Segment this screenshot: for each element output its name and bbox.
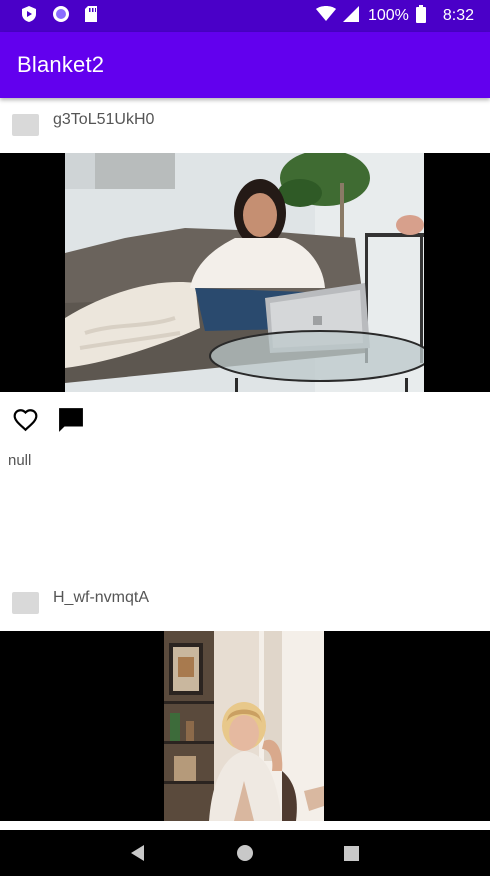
comment-icon[interactable] — [58, 407, 84, 433]
post-card: g3ToL51UkH0 null — [0, 98, 490, 576]
post-card: H_wf-nvmqtA — [0, 576, 490, 830]
post-photo-frame — [0, 631, 490, 821]
post-actions — [0, 392, 490, 448]
post-header: H_wf-nvmqtA — [0, 576, 490, 631]
circle-app-icon — [52, 5, 70, 28]
system-nav-bar — [0, 830, 490, 876]
avatar[interactable] — [12, 114, 39, 136]
shield-icon — [20, 5, 38, 28]
battery-percent: 100% — [367, 7, 409, 24]
post-username[interactable]: H_wf-nvmqtA — [53, 589, 149, 607]
post-header: g3ToL51UkH0 — [0, 98, 490, 153]
battery-icon — [415, 4, 426, 28]
avatar[interactable] — [12, 592, 39, 614]
app-bar: Blanket2 — [0, 32, 490, 98]
wifi-icon — [315, 5, 336, 27]
status-time: 8:32 — [442, 7, 474, 24]
status-bar: 100% 8:32 — [0, 0, 490, 32]
woman-fixing-hair-photo[interactable] — [164, 631, 324, 821]
sd-card-icon — [84, 5, 98, 28]
back-icon[interactable] — [126, 841, 150, 865]
signal-icon — [342, 5, 359, 27]
woman-on-sofa-with-laptop-photo[interactable] — [65, 153, 424, 392]
app-title: Blanket2 — [17, 52, 105, 77]
post-caption: null — [8, 452, 32, 469]
recents-icon[interactable] — [340, 841, 364, 865]
post-photo-frame — [0, 153, 490, 392]
app-screen: 100% 8:32 Blanket2 g3ToL51UkH0 null H_wf… — [0, 0, 490, 876]
heart-outline-icon[interactable] — [12, 407, 39, 433]
feed-list[interactable]: g3ToL51UkH0 null H_wf-nvmqtA — [0, 98, 490, 830]
post-username[interactable]: g3ToL51UkH0 — [53, 111, 154, 129]
home-icon[interactable] — [233, 841, 257, 865]
